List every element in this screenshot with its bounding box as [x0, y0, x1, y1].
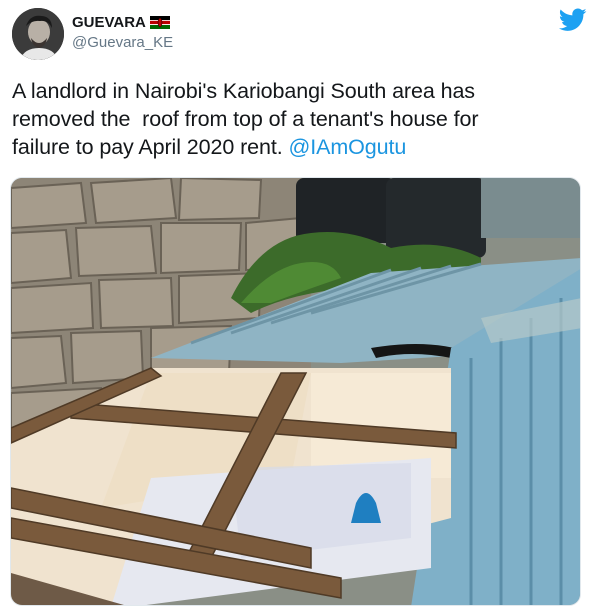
photo-roofless-house — [11, 178, 580, 605]
avatar[interactable] — [12, 8, 64, 60]
tweet-text-line-3-body: failure to pay April 2020 rent. — [12, 135, 283, 159]
display-name: GUEVARA — [72, 13, 146, 31]
avatar-image — [12, 8, 64, 60]
kenya-flag-icon — [149, 15, 170, 29]
tweet-text: A landlord in Nairobi's Kariobangi South… — [12, 77, 587, 161]
twitter-bird-icon[interactable] — [558, 8, 587, 32]
author-names: GUEVARA @Guevara_KE — [72, 12, 173, 52]
tweet-card: GUEVARA @Guevara_KE A landlord in Nairob… — [0, 0, 599, 613]
tweet-text-line-2: removed the roof from top of a tenant's … — [12, 107, 479, 131]
tweet-text-line-3: failure to pay April 2020 rent. @IAmOgut… — [12, 133, 587, 161]
tweet-text-line-1: A landlord in Nairobi's Kariobangi South… — [12, 79, 475, 103]
tweet-header: GUEVARA @Guevara_KE — [12, 8, 587, 62]
mention-link[interactable]: @IAmOgutu — [288, 135, 406, 159]
display-name-row[interactable]: GUEVARA — [72, 12, 173, 32]
author-handle[interactable]: @Guevara_KE — [72, 34, 173, 51]
tweet-photo[interactable] — [10, 177, 581, 606]
